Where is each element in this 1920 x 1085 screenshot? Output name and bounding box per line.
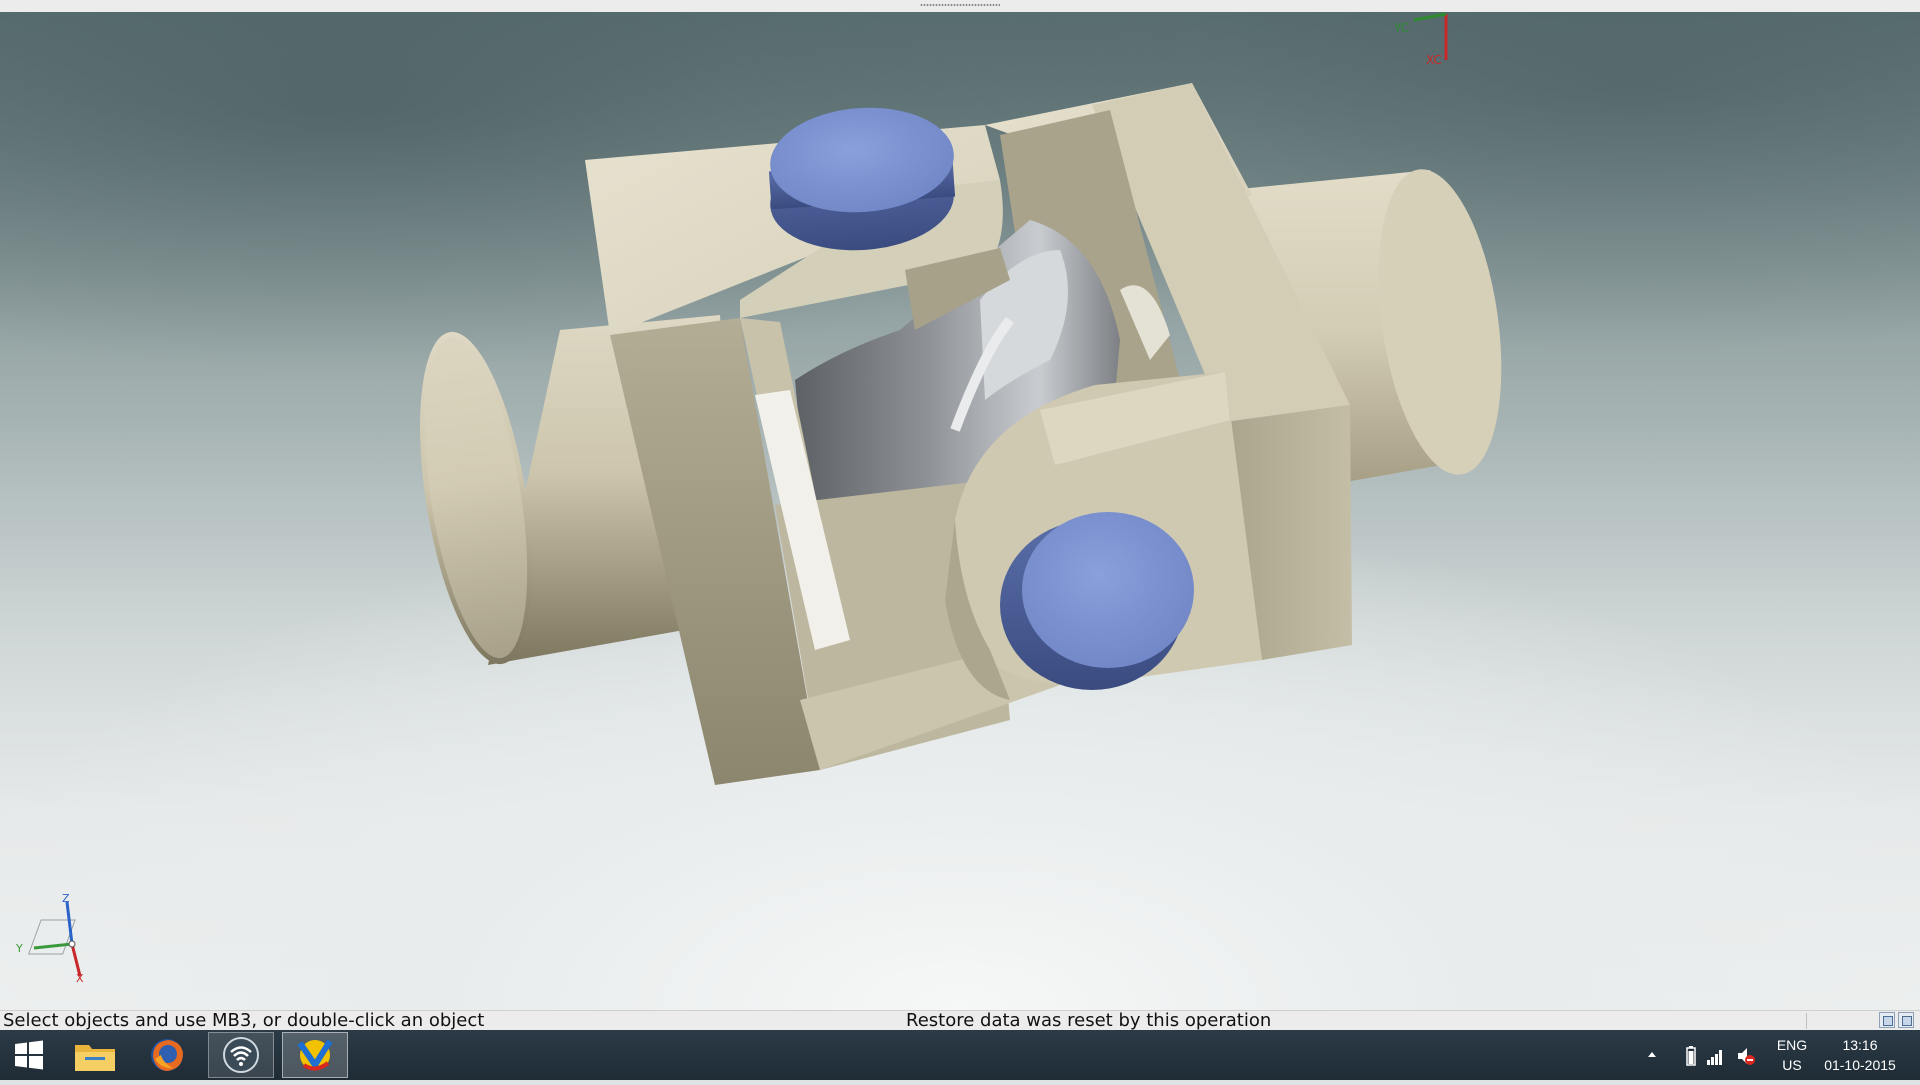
wcs-indicator: YC XC [1393,12,1448,67]
triad-z-label: Z [62,892,70,905]
windows-start-icon [15,1040,43,1070]
taskbar-network-app[interactable] [208,1032,274,1078]
triad-y-label: Y [15,942,23,955]
language-code: ENG [1776,1037,1808,1053]
network-signal-icon[interactable] [1706,1045,1724,1067]
wcs-yc-label: YC [1393,21,1409,35]
clock-date: 01-10-2015 [1824,1057,1896,1073]
wcs-xc-label: XC [1426,53,1442,67]
firefox-icon [151,1039,183,1071]
universal-joint-model[interactable] [0,12,1920,1010]
tray-overflow-icon[interactable] [1644,1045,1660,1065]
wifi-app-icon [223,1037,259,1073]
lower-pin-top [1022,512,1194,668]
start-button[interactable] [0,1032,58,1078]
system-clock[interactable]: 13:16 01-10-2015 [1812,1035,1908,1085]
status-divider [1806,1013,1807,1029]
taskbar-nx-app[interactable] [282,1032,348,1078]
taskbar-file-explorer[interactable] [62,1032,128,1078]
volume-muted-icon[interactable] [1736,1045,1756,1067]
graphics-viewport[interactable]: YC XC Z Y X [0,12,1920,1010]
status-layout-button[interactable] [1879,1012,1895,1028]
view-triad[interactable]: Z Y X [12,890,92,982]
status-bar: Select objects and use MB3, or double-cl… [0,1010,1920,1031]
clock-time: 13:16 [1842,1037,1878,1053]
taskbar-firefox[interactable] [134,1032,200,1078]
windows-taskbar: ENG US 13:16 01-10-2015 [0,1030,1920,1080]
file-explorer-icon [75,1045,115,1071]
status-window-button[interactable] [1898,1012,1914,1028]
keyboard-layout: US [1782,1057,1802,1073]
language-indicator[interactable]: ENG US [1772,1035,1812,1085]
triad-x-label: X [76,972,84,982]
status-prompt: Select objects and use MB3, or double-cl… [3,1010,485,1031]
battery-icon[interactable] [1684,1045,1698,1067]
nx-cad-icon [297,1039,333,1071]
status-message: Restore data was reset by this operation [906,1010,1272,1031]
resize-grip-icon[interactable] [920,3,1000,7]
